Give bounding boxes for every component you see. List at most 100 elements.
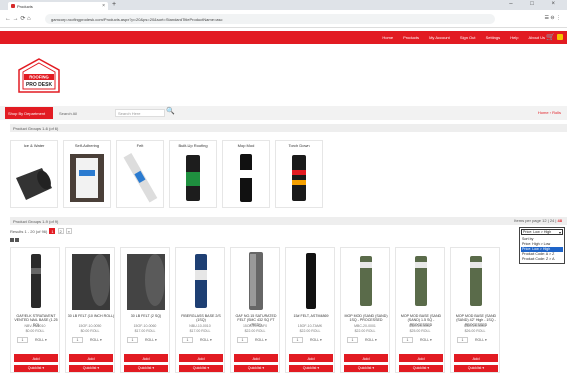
quicklist-button[interactable]: Quicklist ▾ <box>179 365 223 372</box>
product-name[interactable]: MOP MOD (SAND (SAND) 1SQ - PROCESSED <box>342 314 390 323</box>
add-to-cart-button[interactable]: Add <box>69 354 113 362</box>
unit-select[interactable]: ROLL ▾ <box>90 338 102 342</box>
quantity-input[interactable]: 1 <box>237 337 248 343</box>
quantity-input[interactable]: 1 <box>292 337 303 343</box>
browser-tab[interactable]: Products × <box>8 2 108 10</box>
product-name[interactable]: 30 LB FELT (2 SQ) <box>122 314 170 318</box>
product-card[interactable]: GAF NO.15 SATURATED FELT (SMC 432 SQ FT … <box>230 247 280 373</box>
product-image[interactable] <box>125 250 167 312</box>
add-to-cart-button[interactable]: Add <box>179 354 223 362</box>
sort-option[interactable]: Product Code: Z > A <box>521 257 563 262</box>
top-link-about-us[interactable]: About Us <box>529 35 545 40</box>
category-mop-mod[interactable]: Mop Mod <box>222 140 270 208</box>
quantity-input[interactable]: 1 <box>17 337 28 343</box>
top-link-help[interactable]: Help <box>510 35 518 40</box>
per-page-24[interactable]: 24 <box>550 218 554 223</box>
page-link-1[interactable]: 1 <box>49 228 56 234</box>
unit-select[interactable]: ROLL ▾ <box>365 338 377 342</box>
category-label: Torch Down <box>288 143 310 148</box>
browser-menu-icons[interactable]: ☰ ⊖ ⋮ <box>545 15 561 21</box>
product-image[interactable] <box>180 250 222 312</box>
new-tab-button[interactable]: + <box>112 1 116 8</box>
sort-dropdown[interactable]: Price: Low > High ▾ Sort by Price: High … <box>519 227 565 264</box>
quicklist-button[interactable]: Quicklist ▾ <box>454 365 498 372</box>
unit-select[interactable]: ROLL ▾ <box>255 338 267 342</box>
url-field[interactable]: gamcorp.roofingprodesk.com/Products.aspx… <box>45 14 495 24</box>
product-card[interactable]: MOP MOD (SAND (SAND) 1SQ - PROCESSED MBC-… <box>340 247 390 373</box>
list-view-icon[interactable] <box>15 238 19 242</box>
quicklist-button[interactable]: Quicklist ▾ <box>344 365 388 372</box>
page-next[interactable]: » <box>65 228 72 234</box>
grid-view-icon[interactable] <box>10 238 14 242</box>
window-controls[interactable]: – □ × <box>509 1 563 7</box>
add-to-cart-button[interactable]: Add <box>399 354 443 362</box>
product-image[interactable] <box>345 250 387 312</box>
top-link-sign-out[interactable]: Sign Out <box>460 35 476 40</box>
product-card[interactable]: FIBERGLASS BASE 2/S (1SQ) NBU-10-0010 $17.… <box>175 247 225 373</box>
add-to-cart-button[interactable]: Add <box>454 354 498 362</box>
quantity-input[interactable]: 1 <box>127 337 138 343</box>
product-name[interactable]: 30 LB FELT (10 INCH ROLL) <box>67 314 115 318</box>
product-image[interactable] <box>455 250 497 312</box>
category-ice-water[interactable]: Ice & Water <box>10 140 58 208</box>
product-name[interactable]: 15# FELT, ASTM4869 <box>287 314 335 318</box>
product-image[interactable] <box>235 250 277 312</box>
product-image[interactable] <box>15 250 57 312</box>
add-to-cart-button[interactable]: Add <box>14 354 58 362</box>
quicklist-button[interactable]: Quicklist ▾ <box>69 365 113 372</box>
category-torch-down[interactable]: Torch Down <box>275 140 323 208</box>
cart-icon[interactable]: 🛒 <box>546 33 555 41</box>
category-self-adhering[interactable]: Self-Adhering <box>63 140 111 208</box>
search-category-select[interactable]: Search All <box>57 109 107 117</box>
search-icon[interactable]: 🔍 <box>166 107 175 115</box>
quicklist-button[interactable]: Quicklist ▾ <box>14 365 58 372</box>
category-felt[interactable]: Felt <box>116 140 164 208</box>
product-card[interactable]: 30 LB FELT (2 SQ) 15OF-10-0060 $17.00 ROLL… <box>120 247 170 373</box>
quicklist-button[interactable]: Quicklist ▾ <box>234 365 278 372</box>
top-link-my-account[interactable]: My Account <box>429 35 450 40</box>
product-card[interactable]: 15# FELT, ASTM4869 15OF-10-TAMK $22.00 ROL… <box>285 247 335 373</box>
product-card[interactable]: MOP MOD BASE (SAND (SAND) 42" High - 1SQ… <box>450 247 500 373</box>
quicklist-button[interactable]: Quicklist ▾ <box>289 365 333 372</box>
category-built-up-roofing[interactable]: Built-Up Roofing <box>169 140 217 208</box>
view-toggle[interactable] <box>10 238 20 243</box>
close-tab-icon[interactable]: × <box>102 3 105 9</box>
unit-select[interactable]: ROLL ▾ <box>200 338 212 342</box>
top-link-settings[interactable]: Settings <box>486 35 500 40</box>
search-input[interactable]: Search Here <box>115 109 165 117</box>
product-card[interactable]: 30 LB FELT (10 INCH ROLL) 15OF-10-0050 $0.… <box>65 247 115 373</box>
unit-select[interactable]: ROLL ▾ <box>145 338 157 342</box>
nav-icons[interactable]: ← → ⟳ ⌂ <box>5 15 31 22</box>
per-page-48[interactable]: 48 <box>558 218 562 223</box>
product-name[interactable]: FIBERGLASS BASE 2/S (1SQ) <box>177 314 225 323</box>
unit-select[interactable]: ROLL ▾ <box>310 338 322 342</box>
product-card[interactable]: GAF/ELK STRATAVENT VENTED NAIL BASE (1.2… <box>10 247 60 373</box>
sort-select[interactable]: Price: Low > High ▾ <box>521 229 563 235</box>
product-image[interactable] <box>70 250 112 312</box>
quicklist-button[interactable]: Quicklist ▾ <box>124 365 168 372</box>
add-to-cart-button[interactable]: Add <box>289 354 333 362</box>
quantity-input[interactable]: 1 <box>402 337 413 343</box>
quantity-input[interactable]: 1 <box>457 337 468 343</box>
per-page-12[interactable]: 12 <box>542 218 546 223</box>
cart-badge-icon[interactable] <box>557 34 563 40</box>
unit-select[interactable]: ROLL ▾ <box>420 338 432 342</box>
product-image[interactable] <box>400 250 442 312</box>
quantity-input[interactable]: 1 <box>347 337 358 343</box>
quantity-input[interactable]: 1 <box>72 337 83 343</box>
top-link-home[interactable]: Home <box>382 35 393 40</box>
add-to-cart-button[interactable]: Add <box>124 354 168 362</box>
unit-select[interactable]: ROLL ▾ <box>475 338 487 342</box>
top-link-products[interactable]: Products <box>403 35 419 40</box>
roofing-pro-desk-logo[interactable]: ROOFING PRO DESK <box>18 58 60 94</box>
quantity-input[interactable]: 1 <box>182 337 193 343</box>
shop-by-department-button[interactable]: Shop By Department <box>5 107 53 119</box>
quicklist-button[interactable]: Quicklist ▾ <box>399 365 443 372</box>
add-to-cart-button[interactable]: Add <box>234 354 278 362</box>
product-card[interactable]: MOP MOD BASE (SAND (SAND) 1.5 SQ - PROCE… <box>395 247 445 373</box>
add-to-cart-button[interactable]: Add <box>344 354 388 362</box>
product-image[interactable] <box>290 250 332 312</box>
breadcrumb[interactable]: Home › Rolls <box>538 110 561 115</box>
unit-select[interactable]: ROLL ▾ <box>35 338 47 342</box>
page-link-2[interactable]: 2 <box>57 228 64 234</box>
